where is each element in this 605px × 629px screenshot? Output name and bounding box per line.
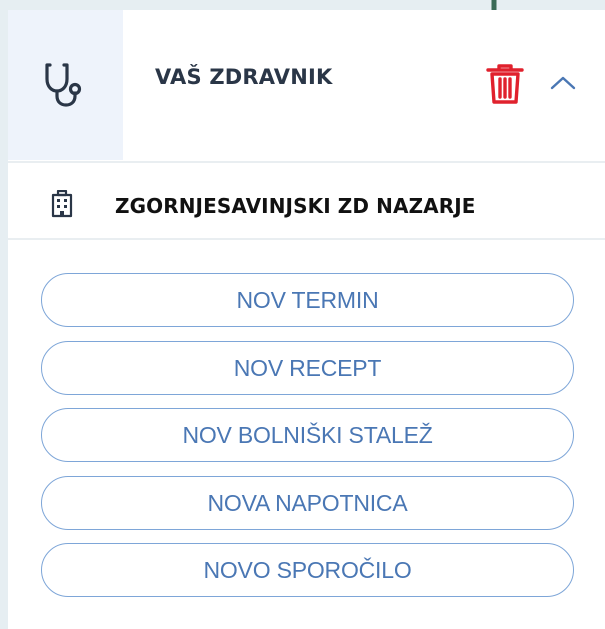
chevron-up-icon[interactable] bbox=[548, 72, 578, 94]
new-sick-leave-button[interactable]: NOV BOLNIŠKI STALEŽ bbox=[41, 408, 574, 462]
doctor-card: VAŠ ZDRAVNIK ZGORNJESAVINJSKI ZD NAZARJE… bbox=[8, 10, 605, 629]
new-referral-button[interactable]: NOVA NAPOTNICA bbox=[41, 476, 574, 530]
card-header: VAŠ ZDRAVNIK bbox=[8, 10, 605, 160]
stethoscope-icon bbox=[45, 63, 82, 107]
header-divider bbox=[8, 161, 605, 163]
new-message-button[interactable]: NOVO SPOROČILO bbox=[41, 543, 574, 597]
facility-name: ZGORNJESAVINJSKI ZD NAZARJE bbox=[115, 194, 476, 218]
screen: VAŠ ZDRAVNIK ZGORNJESAVINJSKI ZD NAZARJE… bbox=[0, 0, 605, 629]
new-appointment-button[interactable]: NOV TERMIN bbox=[41, 273, 574, 327]
new-prescription-button[interactable]: NOV RECEPT bbox=[41, 341, 574, 395]
trash-icon[interactable] bbox=[486, 63, 524, 105]
header-title: VAŠ ZDRAVNIK bbox=[155, 65, 333, 89]
facility-divider bbox=[8, 238, 605, 240]
icon-tile bbox=[8, 10, 123, 160]
building-icon bbox=[51, 190, 73, 218]
